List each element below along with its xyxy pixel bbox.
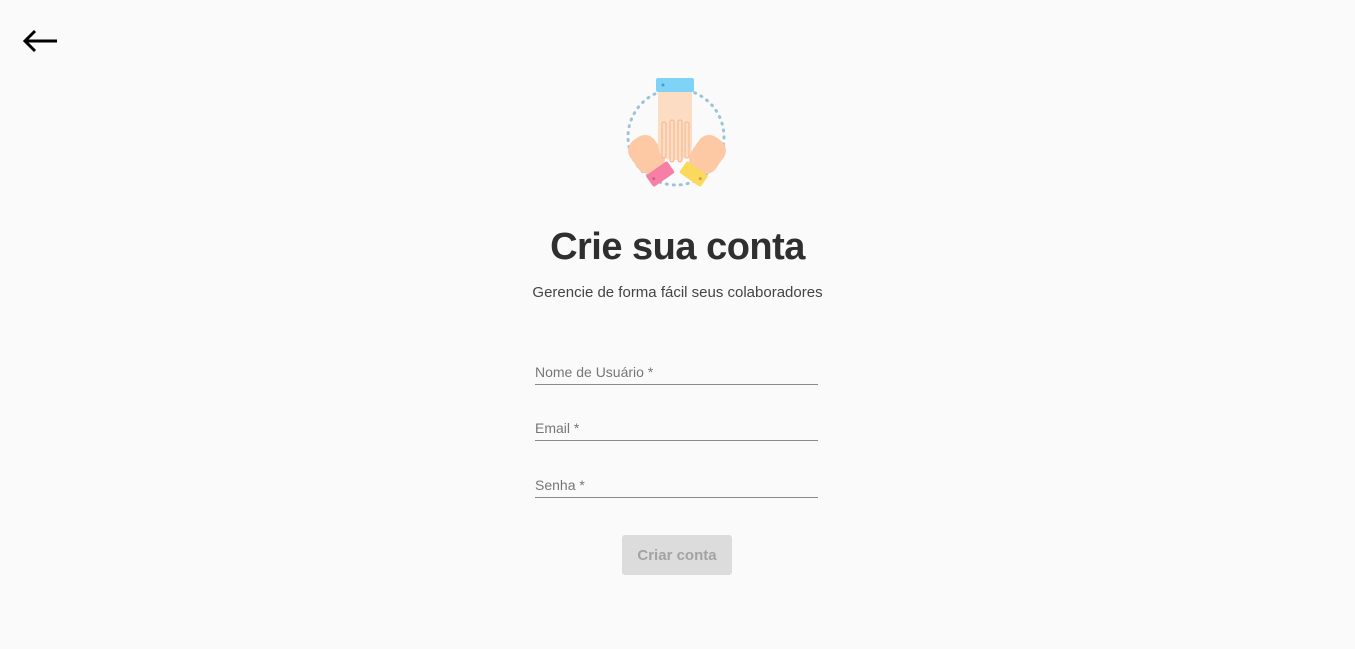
username-input[interactable] bbox=[535, 358, 818, 384]
email-input[interactable] bbox=[535, 414, 818, 440]
page-title: Crie sua conta bbox=[550, 226, 805, 268]
password-field[interactable]: Senha * bbox=[535, 471, 818, 498]
page-subtitle: Gerencie de forma fácil seus colaborador… bbox=[532, 284, 823, 301]
teamwork-hands-icon bbox=[612, 74, 742, 198]
email-field[interactable]: Email * bbox=[535, 414, 818, 441]
arrow-left-icon bbox=[22, 29, 57, 53]
back-button[interactable] bbox=[20, 26, 60, 56]
password-input[interactable] bbox=[535, 471, 818, 497]
username-field[interactable]: Nome de Usuário * bbox=[535, 358, 818, 385]
create-account-button[interactable]: Criar conta bbox=[622, 535, 732, 575]
